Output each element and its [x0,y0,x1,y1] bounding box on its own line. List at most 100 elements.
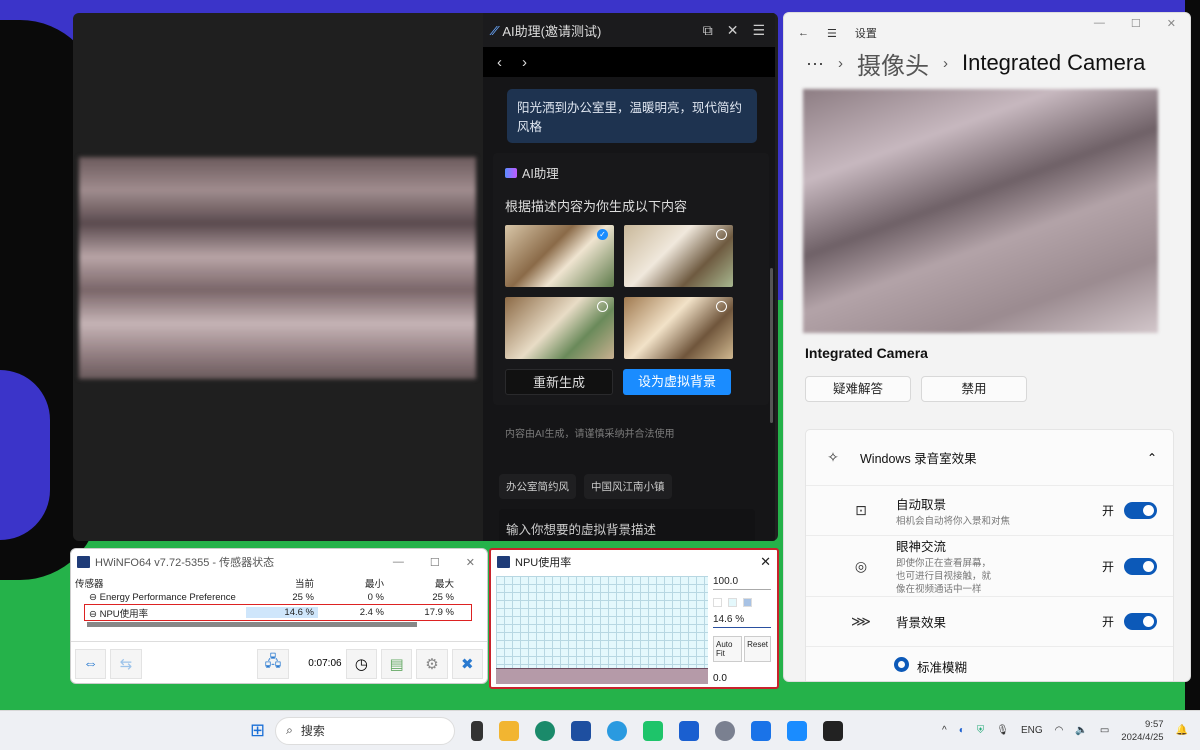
maximize-icon[interactable]: ☐ [430,556,440,569]
settings-icon[interactable] [715,721,735,741]
app-icon[interactable] [751,721,771,741]
radio-icon[interactable] [597,301,608,312]
eye-contact-toggle[interactable] [1124,558,1157,575]
battery-icon[interactable]: ▭ [1100,725,1109,736]
reset-button[interactable]: Reset [744,636,771,662]
hwinfo-window: HWiNFO64 v7.72-5355 - 传感器状态 — ☐ ✕ 传感器 当前 最… [70,548,488,684]
start-icon[interactable]: ⊞ [250,720,265,741]
maximize-icon[interactable]: ☐ [1131,17,1141,30]
generated-image-3[interactable] [505,297,614,359]
date: 2024/4/25 [1121,731,1163,744]
settings-gear-icon[interactable]: ⚙ [416,649,447,679]
collapse-arrows-icon[interactable]: ⇆ [110,649,141,679]
task-view-icon[interactable] [471,721,483,741]
edge-icon[interactable] [535,721,555,741]
system-tray: ^ ◐ ⛨ 🎙 ENG ◠ 🔈 ▭ 9:572024/4/25 🔔 [942,718,1200,744]
minimize-icon[interactable]: — [393,556,404,569]
table-header: 传感器 当前 最小 最大 [71,575,487,590]
timer: 0:07:06 [293,658,342,669]
video-call-window: ⁄⁄ AI助理(邀请测试) ⧉ ✕ ☰ ‹ › 阳光洒到办公室里，温暖明亮，现代… [73,13,778,541]
regenerate-button[interactable]: 重新生成 [505,369,613,395]
minimize-icon[interactable]: — [1094,17,1105,30]
horizontal-scrollbar[interactable] [87,622,417,627]
hwinfo-icon[interactable] [823,721,843,741]
npu-graph-window: NPU使用率 ✕ 100.0 14.6 % Auto FitReset 0.0 [489,548,779,689]
search-box[interactable]: ⌕搜索 [275,717,455,745]
ai-logo-icon: ⁄⁄ [493,23,497,38]
breadcrumb-parent[interactable]: 摄像头 [857,46,929,81]
back-icon[interactable]: ‹ [497,54,502,71]
standard-blur-option[interactable]: 标准模糊 [806,647,1173,682]
hwinfo-app-icon [497,556,510,568]
close-x-icon[interactable]: ✖ [452,649,483,679]
breadcrumb: ··· › 摄像头 › Integrated Camera [784,49,1190,77]
troubleshoot-button[interactable]: 疑难解答 [805,376,911,402]
shopping-icon[interactable] [643,721,663,741]
wifi-icon[interactable]: ◠ [1055,725,1064,736]
time: 9:57 [1121,718,1163,731]
hwinfo-title: HWiNFO64 v7.72-5355 - 传感器状态 [95,554,274,570]
generated-image-2[interactable] [624,225,733,287]
expand-arrows-icon[interactable]: ⇔ [75,649,106,679]
menu-icon[interactable]: ☰ [752,22,765,39]
lenovo-tray-icon[interactable]: ◐ [959,725,965,736]
column-header[interactable]: 当前 [246,576,318,590]
color-swatch[interactable] [728,598,737,607]
column-header[interactable]: 最大 [388,576,458,590]
clock-icon[interactable]: ◷ [346,649,377,679]
back-icon[interactable]: ← [798,27,809,39]
close-icon[interactable]: ✕ [466,556,475,569]
network-icon[interactable]: 🖧 [257,649,288,679]
set-background-button[interactable]: 设为虚拟背景 [623,369,731,395]
auto-fit-button[interactable]: Auto Fit [713,636,742,662]
description-input[interactable]: 输入你想要的虚拟背景描述 ➤ [499,509,755,541]
notification-bell-icon[interactable]: 🔔 [1176,725,1188,736]
disable-button[interactable]: 禁用 [921,376,1027,402]
scrollbar[interactable] [770,268,773,423]
chevron-right-icon: › [943,55,948,72]
selected-check-icon[interactable]: ✓ [597,229,608,240]
npu-title: NPU使用率 [515,554,571,570]
security-icon[interactable]: ⛨ [977,725,985,736]
lenovo-icon[interactable] [679,721,699,741]
video-call-icon[interactable] [787,721,807,741]
microphone-icon[interactable]: 🎙 [996,725,1009,736]
volume-icon[interactable]: 🔈 [1075,725,1087,736]
more-icon[interactable]: ··· [806,53,824,74]
menu-icon[interactable]: ☰ [827,27,837,40]
close-icon[interactable]: ✕ [727,22,739,39]
table-row-npu[interactable]: ⊖ NPU使用率 14.6 % 2.4 % 17.9 % [85,605,471,620]
suggestion-chip[interactable]: 中国风江南小镇 [584,474,672,499]
background-effects-row: ⋙ 背景效果 开 [806,597,1173,647]
radio-icon[interactable] [716,301,727,312]
generated-image-4[interactable] [624,297,733,359]
table-row[interactable]: ⊖ Energy Performance Preference 25 % 0 %… [71,590,487,605]
auto-framing-toggle[interactable] [1124,502,1157,519]
nav-bar: ‹ › [483,47,775,77]
suggestion-chip[interactable]: 办公室简约风 [499,474,576,499]
close-icon[interactable]: ✕ [760,554,771,570]
background-effects-toggle[interactable] [1124,613,1157,630]
column-header[interactable]: 最小 [318,576,388,590]
file-explorer-icon[interactable] [499,721,519,741]
color-swatch[interactable] [743,598,752,607]
chevron-up-icon[interactable]: ⌃ [1147,451,1157,465]
forward-icon[interactable]: › [522,54,527,71]
popout-icon[interactable]: ⧉ [703,22,713,39]
language[interactable]: ENG [1021,725,1043,736]
current-value: 14.6 % [713,612,771,628]
color-swatch[interactable] [713,598,722,607]
radio-selected-icon[interactable] [894,657,909,672]
log-file-icon[interactable]: ▤ [381,649,412,679]
column-header[interactable]: 传感器 [71,576,246,590]
browser-icon[interactable] [607,721,627,741]
generated-image-1[interactable]: ✓ [505,225,614,287]
store-icon[interactable] [571,721,591,741]
clock[interactable]: 9:572024/4/25 [1121,718,1163,744]
response-text: 根据描述内容为你生成以下内容 [505,196,757,215]
studio-effects-header[interactable]: ✧ Windows 录音室效果 ⌃ [806,430,1173,486]
radio-icon[interactable] [716,229,727,240]
chevron-up-icon[interactable]: ^ [942,725,947,736]
auto-framing-row: ⊡ 自动取景相机会自动将你入景和对焦 开 [806,486,1173,536]
close-icon[interactable]: ✕ [1167,17,1176,30]
